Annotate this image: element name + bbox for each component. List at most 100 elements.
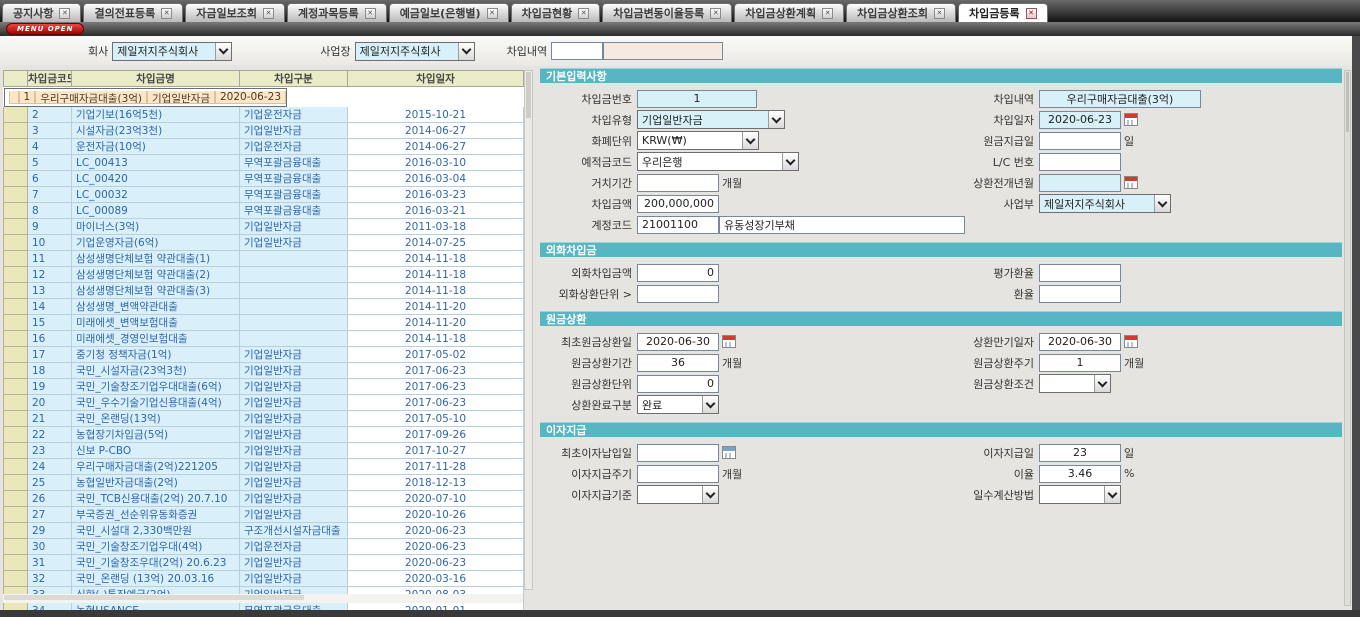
chevron-down-icon[interactable]: [702, 396, 718, 413]
scrollbar-thumb[interactable]: [526, 72, 531, 118]
loan-desc-field[interactable]: 우리구매자금대출(3억): [1039, 90, 1201, 108]
chevron-down-icon[interactable]: [742, 132, 758, 149]
cell-loan-name[interactable]: 운전자금(10억): [72, 139, 240, 155]
table-row[interactable]: 25농협일반자금대출(2억)기업일반자금2018-12-13: [4, 475, 524, 491]
cell-loan-date[interactable]: 2016-03-23: [348, 187, 524, 203]
cell-loan-code[interactable]: 16: [28, 331, 72, 347]
repay-condition-select[interactable]: [1039, 374, 1111, 393]
cell-loan-date[interactable]: 2017-09-26: [348, 427, 524, 443]
cell-loan-type[interactable]: 기업일반자금: [240, 219, 348, 235]
cell-loan-date[interactable]: 2020-06-23: [348, 523, 524, 539]
cell-loan-type[interactable]: 기업일반자금: [240, 235, 348, 251]
cell-loan-code[interactable]: 7: [28, 187, 72, 203]
table-row[interactable]: 23신보 P-CBO기업일반자금2017-10-27: [4, 443, 524, 459]
calendar-icon[interactable]: [1124, 176, 1138, 189]
cell-loan-code[interactable]: 18: [28, 363, 72, 379]
fc-repay-unit-field[interactable]: [637, 285, 719, 303]
cell-loan-name[interactable]: 농협일반자금대출(2억): [72, 475, 240, 491]
row-indicator[interactable]: [4, 155, 28, 171]
cell-loan-date[interactable]: 2017-05-02: [348, 347, 524, 363]
row-indicator[interactable]: [4, 443, 28, 459]
cell-loan-type[interactable]: 기업운전자금: [240, 139, 348, 155]
cell-loan-name[interactable]: 중기청 정책자금(1억): [72, 347, 240, 363]
cell-loan-code[interactable]: 13: [28, 283, 72, 299]
calendar-icon[interactable]: [722, 446, 736, 459]
cell-loan-date[interactable]: 2014-11-20: [348, 299, 524, 315]
table-row[interactable]: 3시설자금(23억3천)기업일반자금2014-06-27: [4, 123, 524, 139]
interest-pay-day-field[interactable]: 23: [1039, 444, 1121, 462]
row-indicator[interactable]: [4, 491, 28, 507]
row-indicator[interactable]: [4, 171, 28, 187]
tab-item[interactable]: 공지사항: [2, 3, 81, 22]
cell-loan-type[interactable]: 기업일반자금: [240, 459, 348, 475]
cell-loan-name[interactable]: 농협장기차입금(5억): [72, 427, 240, 443]
account-name-field[interactable]: 유동성장기부채: [719, 216, 965, 234]
table-row[interactable]: 15미래에셋_변액보험대출2014-11-20: [4, 315, 524, 331]
row-indicator[interactable]: [4, 507, 28, 523]
table-row[interactable]: 19국민_기술창조기업우대대출(6억)기업일반자금2017-06-23: [4, 379, 524, 395]
table-row[interactable]: 12삼성생명단체보험 약관대출(2)2014-11-18: [4, 267, 524, 283]
cell-loan-type[interactable]: 기업운전자금: [240, 539, 348, 555]
cell-loan-type[interactable]: [240, 267, 348, 283]
row-indicator[interactable]: [4, 539, 28, 555]
chevron-down-icon[interactable]: [1104, 486, 1120, 503]
cell-loan-code[interactable]: 17: [28, 347, 72, 363]
cell-loan-date[interactable]: 2015-10-21: [348, 107, 524, 123]
cell-loan-type[interactable]: [240, 331, 348, 347]
cell-loan-date[interactable]: 2016-03-04: [348, 171, 524, 187]
row-indicator[interactable]: [4, 475, 28, 491]
row-indicator[interactable]: [4, 283, 28, 299]
cell-loan-type[interactable]: 기업일반자금: [240, 571, 348, 587]
tab-close-icon[interactable]: [263, 8, 274, 19]
tab-close-icon[interactable]: [578, 8, 589, 19]
table-row[interactable]: 22농협장기차입금(5억)기업일반자금2017-09-26: [4, 427, 524, 443]
cell-loan-date[interactable]: 2020-07-10: [348, 491, 524, 507]
repay-cycle-field[interactable]: 1: [1039, 354, 1121, 372]
row-indicator[interactable]: [4, 411, 28, 427]
interest-rate-field[interactable]: 3.46: [1039, 465, 1121, 483]
cell-loan-name[interactable]: 마이너스(3억): [72, 219, 240, 235]
table-row[interactable]: 1우리구매자금대출(3억)기업일반자금2020-06-23: [4, 88, 288, 107]
cell-loan-type[interactable]: 기업일반자금: [240, 123, 348, 139]
table-row[interactable]: 10기업운영자금(6억)기업일반자금2014-07-25: [4, 235, 524, 251]
row-indicator[interactable]: [9, 91, 19, 104]
cell-loan-date[interactable]: 2020-10-26: [348, 507, 524, 523]
table-row[interactable]: 11삼성생명단체보험 약관대출(1)2014-11-18: [4, 251, 524, 267]
cell-loan-name[interactable]: 삼성생명단체보험 약관대출(3): [72, 283, 240, 299]
tab-close-icon[interactable]: [59, 8, 70, 19]
cell-loan-name[interactable]: 삼성생명_변액약관대출: [72, 299, 240, 315]
cell-loan-code[interactable]: 15: [28, 315, 72, 331]
loan-date-field[interactable]: 2020-06-23: [1039, 111, 1121, 129]
chevron-down-icon[interactable]: [768, 111, 784, 128]
cell-loan-name[interactable]: 미래에셋_경영인보험대출: [72, 331, 240, 347]
cell-loan-date[interactable]: 2017-06-23: [348, 395, 524, 411]
cell-loan-name[interactable]: LC_00420: [72, 171, 240, 187]
tab-close-icon[interactable]: [934, 8, 945, 19]
cell-loan-type[interactable]: 기업일반자금: [147, 91, 215, 104]
cell-loan-type[interactable]: 기업일반자금: [240, 443, 348, 459]
cell-loan-date[interactable]: 2014-11-20: [348, 315, 524, 331]
cell-loan-name[interactable]: 기업기보(16억5천): [72, 107, 240, 123]
cell-loan-code[interactable]: 8: [28, 203, 72, 219]
cell-loan-date[interactable]: 2018-12-13: [348, 475, 524, 491]
company-select[interactable]: 제일저지주식회사: [112, 42, 232, 61]
cell-loan-code[interactable]: 10: [28, 235, 72, 251]
row-indicator[interactable]: [4, 123, 28, 139]
repay-complete-select[interactable]: 완료: [637, 395, 719, 414]
tab-item[interactable]: 차입금등록: [958, 3, 1048, 22]
tab-item[interactable]: 차입금변동이율등록: [602, 3, 732, 22]
row-indicator[interactable]: [4, 459, 28, 475]
tab-item[interactable]: 차입금상환계획: [734, 3, 844, 22]
cell-loan-code[interactable]: 30: [28, 539, 72, 555]
grace-period-field[interactable]: [637, 174, 719, 192]
cell-loan-type[interactable]: 무역포괄금융대출: [240, 187, 348, 203]
cell-loan-name[interactable]: 국민_온랜딩(13억): [72, 411, 240, 427]
table-row[interactable]: 17중기청 정책자금(1억)기업일반자금2017-05-02: [4, 347, 524, 363]
cell-loan-type[interactable]: 구조개선시설자금대출: [240, 523, 348, 539]
loan-desc-value-input[interactable]: [603, 42, 723, 60]
cell-loan-name[interactable]: LC_00413: [72, 155, 240, 171]
cell-loan-type[interactable]: 기업일반자금: [240, 507, 348, 523]
row-indicator[interactable]: [4, 203, 28, 219]
row-indicator[interactable]: [4, 347, 28, 363]
cell-loan-name[interactable]: 시설자금(23억3천): [72, 123, 240, 139]
